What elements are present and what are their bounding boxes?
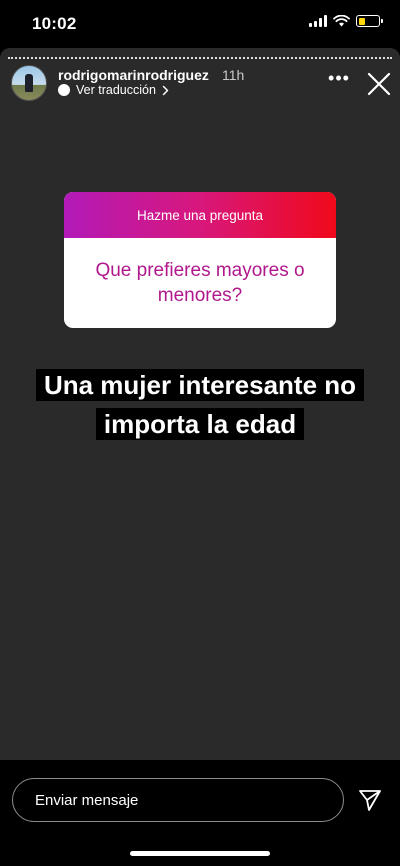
close-icon[interactable] [366, 71, 392, 97]
status-bar: 10:02 [0, 0, 400, 48]
avatar[interactable] [11, 65, 47, 101]
status-time: 10:02 [32, 14, 77, 33]
story-caption-text: Una mujer interesante no importa la edad [35, 369, 365, 440]
translate-icon [58, 84, 70, 96]
home-indicator[interactable] [130, 851, 270, 856]
send-icon[interactable] [357, 787, 383, 813]
cellular-signal-icon [309, 15, 327, 27]
story-caption: Una mujer interesante no importa la edad [20, 366, 380, 444]
battery-level [358, 17, 365, 25]
see-translation-link[interactable]: Ver traducción [58, 83, 169, 97]
story-card[interactable]: rodrigomarinrodriguez 11h Ver traducción… [0, 48, 400, 760]
wifi-icon [333, 15, 350, 27]
question-sticker[interactable]: Hazme una pregunta Que prefieres mayores… [64, 192, 336, 328]
send-message-placeholder: Enviar mensaje [35, 791, 139, 809]
chevron-right-icon [162, 85, 169, 95]
see-translation-label: Ver traducción [76, 83, 156, 97]
status-icons [309, 15, 383, 27]
question-sticker-header: Hazme una pregunta [64, 192, 336, 238]
more-options-button[interactable]: ••• [327, 68, 351, 88]
more-horizontal-icon: ••• [328, 68, 350, 88]
username[interactable]: rodrigomarinrodriguez [58, 67, 209, 83]
story-time-ago: 11h [222, 67, 245, 83]
send-message-input[interactable]: Enviar mensaje [12, 778, 344, 822]
battery-icon [356, 15, 383, 27]
question-sticker-text: Que prefieres mayores o menores? [95, 260, 305, 306]
story-progress-bar [8, 57, 392, 61]
